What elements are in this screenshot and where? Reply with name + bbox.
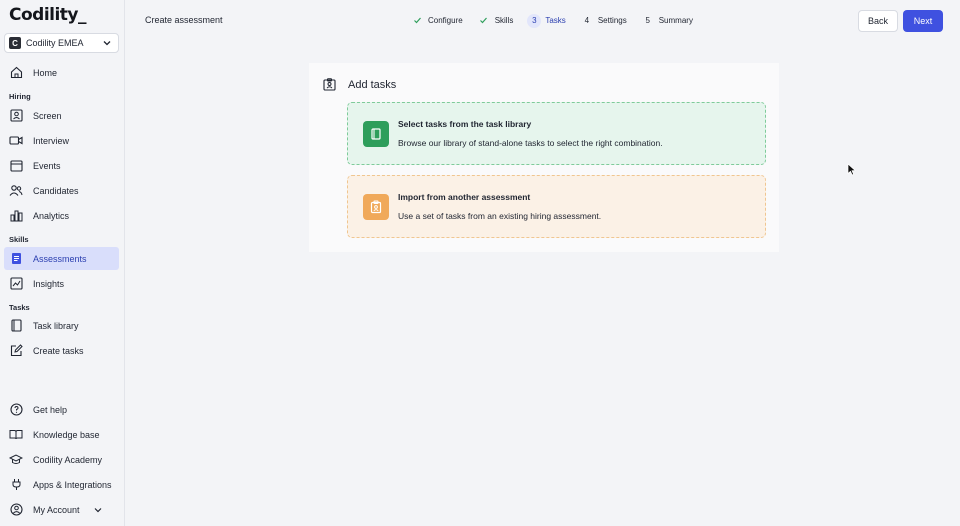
sidebar-item-apps[interactable]: Apps & Integrations	[4, 473, 119, 496]
sidebar-item-label: Knowledge base	[33, 429, 100, 440]
step-tasks[interactable]: 3 Tasks	[527, 13, 566, 28]
sidebar-item-label: Screen	[33, 110, 62, 121]
sidebar-item-my-account[interactable]: My Account	[4, 498, 119, 521]
bar-chart-icon	[9, 209, 23, 223]
line-chart-icon	[9, 277, 23, 291]
sidebar-item-label: Events	[33, 160, 61, 171]
edit-icon	[9, 344, 23, 358]
section-tasks: Tasks	[9, 303, 30, 312]
open-book-icon	[9, 428, 23, 442]
add-tasks-panel: Add tasks Select tasks from the task lib…	[309, 63, 779, 252]
sidebar-item-insights[interactable]: Insights	[4, 272, 119, 295]
org-badge: C	[9, 37, 21, 49]
sidebar-item-get-help[interactable]: Get help	[4, 398, 119, 421]
sidebar-item-analytics[interactable]: Analytics	[4, 204, 119, 227]
sidebar-item-label: Codility Academy	[33, 454, 103, 465]
sidebar-item-label: Home	[33, 67, 58, 78]
org-selector[interactable]: C Codility EMEA	[4, 33, 119, 53]
sidebar-item-events[interactable]: Events	[4, 154, 119, 177]
sidebar-item-label: Candidates	[33, 185, 79, 196]
sidebar-item-label: Interview	[33, 135, 70, 146]
sidebar-item-label: Create tasks	[33, 345, 84, 356]
mouse-cursor-icon	[847, 163, 856, 176]
calendar-icon	[9, 159, 23, 173]
sidebar-item-knowledge-base[interactable]: Knowledge base	[4, 423, 119, 446]
step-summary[interactable]: 5 Summary	[641, 14, 693, 28]
step-number: 4	[584, 16, 590, 25]
task-board-icon	[323, 78, 336, 91]
sidebar-item-label: Assessments	[33, 253, 87, 264]
codility-logo[interactable]: Codility_	[9, 5, 87, 25]
home-icon	[9, 66, 23, 80]
sidebar-item-label: Insights	[33, 278, 65, 289]
step-skills[interactable]: Skills	[477, 14, 514, 28]
people-icon	[9, 184, 23, 198]
document-icon	[9, 252, 23, 266]
topbar: Create assessment Configure Skills 3 Tas…	[125, 0, 960, 42]
panel-title: Add tasks	[348, 78, 397, 91]
sidebar-item-home[interactable]: Home	[4, 61, 119, 84]
sidebar-item-label: Analytics	[33, 210, 70, 221]
card-description: Use a set of tasks from an existing hiri…	[398, 211, 602, 221]
check-icon	[410, 14, 424, 28]
sidebar-item-academy[interactable]: Codility Academy	[4, 448, 119, 471]
user-icon	[9, 503, 23, 517]
step-label: Settings	[597, 16, 627, 25]
next-button[interactable]: Next	[903, 10, 943, 32]
section-hiring: Hiring	[9, 92, 31, 101]
book-icon	[9, 319, 23, 333]
step-label: Skills	[494, 16, 514, 25]
sidebar-item-label: Apps & Integrations	[33, 479, 112, 490]
chevron-down-icon	[103, 41, 111, 46]
graduation-cap-icon	[9, 453, 23, 467]
import-assessment-card[interactable]: Import from another assessment Use a set…	[347, 175, 766, 238]
sidebar-item-label: My Account	[33, 504, 80, 515]
sidebar-item-label: Task library	[33, 320, 79, 331]
org-name: Codility EMEA	[26, 38, 84, 48]
step-number: 3	[527, 13, 542, 28]
sidebar-item-screen[interactable]: Screen	[4, 104, 119, 127]
check-icon	[477, 14, 491, 28]
step-configure[interactable]: Configure	[410, 14, 463, 28]
panel-header: Add tasks	[323, 78, 396, 91]
sidebar-item-task-library[interactable]: Task library	[4, 314, 119, 337]
sidebar-item-label: Get help	[33, 404, 68, 415]
chevron-down-icon	[94, 507, 101, 512]
card-title: Import from another assessment	[398, 192, 531, 202]
sidebar-item-create-tasks[interactable]: Create tasks	[4, 339, 119, 362]
breadcrumb: Create assessment	[145, 15, 223, 25]
help-icon	[9, 403, 23, 417]
step-label: Summary	[658, 16, 693, 25]
sidebar-item-interview[interactable]: Interview	[4, 129, 119, 152]
step-number: 5	[645, 16, 650, 25]
sidebar-item-assessments[interactable]: Assessments	[4, 247, 119, 270]
step-label: Configure	[428, 16, 463, 25]
sidebar-item-candidates[interactable]: Candidates	[4, 179, 119, 202]
step-label: Tasks	[545, 16, 566, 25]
book-icon	[363, 120, 389, 147]
back-button[interactable]: Back	[858, 10, 898, 32]
sidebar: Codility_ C Codility EMEA Home Hiring Sc…	[0, 0, 125, 526]
clipboard-icon	[363, 193, 389, 220]
video-icon	[9, 134, 23, 148]
plug-icon	[9, 478, 23, 492]
card-description: Browse our library of stand-alone tasks …	[398, 138, 663, 148]
card-title: Select tasks from the task library	[398, 119, 532, 129]
stepper: Configure Skills 3 Tasks 4 Settings 5 Su…	[410, 12, 707, 29]
section-skills: Skills	[9, 235, 29, 244]
task-library-card[interactable]: Select tasks from the task library Brows…	[347, 102, 766, 165]
screen-icon	[9, 109, 23, 123]
step-settings[interactable]: 4 Settings	[580, 14, 627, 28]
